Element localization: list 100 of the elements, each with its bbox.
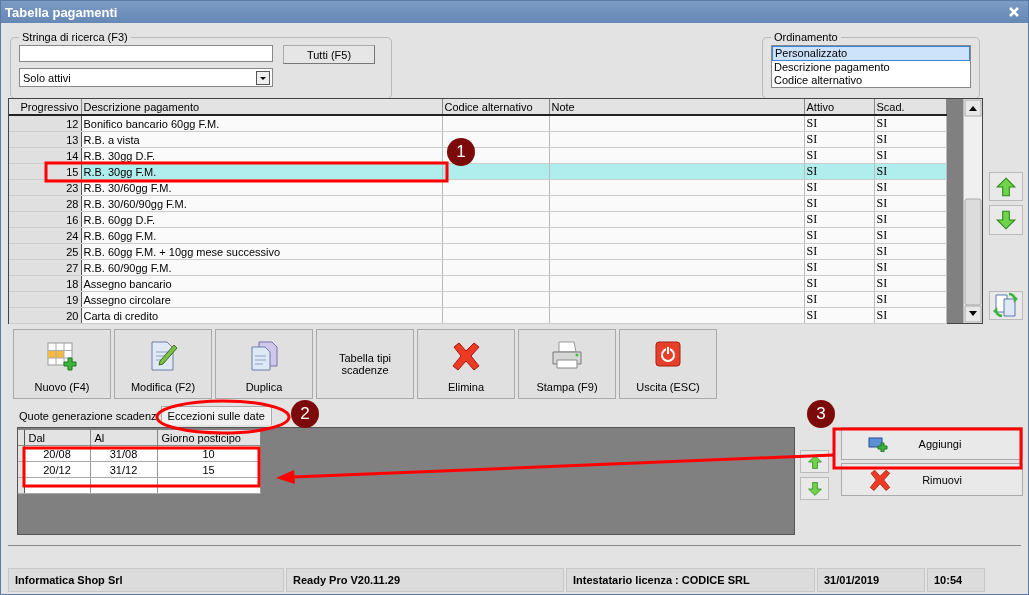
column-header[interactable]: Scad.: [874, 99, 946, 115]
table-row[interactable]: 28 R.B. 30/60/90gg F.M. SI SI: [9, 195, 946, 212]
down-arrow-icon: [806, 480, 823, 497]
refresh-documents-icon: [992, 292, 1019, 319]
dropdown-caret-icon: [256, 70, 270, 85]
table-row[interactable]: 12 Bonifico bancario 60gg F.M. SI SI: [9, 115, 946, 132]
table-cell: SI: [874, 179, 946, 196]
table-cell: R.B. 30gg D.F.: [81, 147, 442, 164]
table-row[interactable]: 23 R.B. 30/60gg F.M. SI SI: [9, 179, 946, 196]
table-cell: SI: [804, 227, 874, 244]
status-field: 31/01/2019: [817, 568, 925, 592]
grid-plus-icon: [46, 340, 78, 372]
toolbar-button[interactable]: Duplica: [215, 329, 313, 399]
table-cell: SI: [874, 291, 946, 308]
step-badge: 3: [807, 400, 835, 428]
group-label: Ordinamento: [773, 31, 839, 43]
table-cell: Assegno circolare: [81, 291, 442, 308]
table-cell: SI: [874, 307, 946, 324]
toolbar-button[interactable]: Tabella tipi scadenze: [316, 329, 414, 399]
table-cell: R.B. 30/60gg F.M.: [81, 179, 442, 196]
table-cell: SI: [874, 259, 946, 276]
tab[interactable]: Quote generazione scadenz: [15, 407, 161, 425]
table-cell: SI: [804, 243, 874, 260]
table-row[interactable]: 18 Assegno bancario SI SI: [9, 275, 946, 292]
table-cell: SI: [874, 211, 946, 228]
move-up-button[interactable]: [988, 172, 1023, 202]
table-row[interactable]: 19 Assegno circolare SI SI: [9, 291, 946, 308]
list-option[interactable]: Descrizione pagamento: [772, 61, 970, 74]
table-cell: SI: [804, 179, 874, 196]
down-arrow-icon: [994, 209, 1017, 231]
toolbar-button[interactable]: Uscita (ESC): [619, 329, 717, 399]
up-arrow-icon: [994, 175, 1017, 198]
table-cell: SI: [804, 291, 874, 308]
status-field: Intestatario licenza : CODICE SRL: [566, 568, 815, 592]
column-header[interactable]: Al: [90, 430, 157, 446]
table-row[interactable]: 20 Carta di credito SI SI: [9, 307, 946, 324]
printer-icon: [550, 340, 584, 372]
table-cell: SI: [804, 307, 874, 324]
refresh-button[interactable]: [988, 290, 1023, 320]
scrollbar[interactable]: [963, 99, 983, 323]
table-row[interactable]: 25 R.B. 60gg F.M. + 10gg mese successivo SI SI: [9, 243, 946, 260]
move-down-button[interactable]: [800, 477, 829, 500]
table-cell: SI: [874, 195, 946, 212]
table-row[interactable]: 16 R.B. 60gg D.F. SI SI: [9, 211, 946, 228]
column-header[interactable]: Dal: [24, 430, 90, 446]
all-button[interactable]: Tutti (F5): [283, 45, 375, 64]
list-option[interactable]: Codice alternativo: [772, 74, 970, 87]
table-row[interactable]: 27 R.B. 60/90gg F.M. SI SI: [9, 259, 946, 276]
table-cell: SI: [804, 147, 874, 164]
group-label: Stringa di ricerca (F3): [21, 31, 129, 43]
toolbar-button[interactable]: Modifica (F2): [114, 329, 212, 399]
table-cell: SI: [804, 115, 874, 132]
column-header[interactable]: Progressivo: [9, 99, 81, 115]
power-icon: [654, 340, 682, 368]
table-cell: Bonifico bancario 60gg F.M.: [81, 115, 442, 132]
cross-icon: [450, 340, 482, 372]
toolbar-button[interactable]: Nuovo (F4): [13, 329, 111, 399]
move-down-button[interactable]: [988, 205, 1023, 235]
window-title: Tabella pagamenti: [5, 4, 118, 20]
column-header[interactable]: Codice alternativo: [442, 99, 549, 115]
window-plus-icon: [868, 435, 888, 452]
table-cell: SI: [874, 227, 946, 244]
table-cell: 15: [157, 461, 260, 478]
table-cell: SI: [874, 147, 946, 164]
toolbar-button[interactable]: Stampa (F9): [518, 329, 616, 399]
table-cell: SI: [804, 195, 874, 212]
list-option[interactable]: Personalizzato: [772, 46, 970, 61]
table-cell: 20/12: [24, 461, 90, 478]
status-field: 10:54: [927, 568, 985, 592]
documents-icon: [248, 340, 280, 372]
table-cell: R.B. 30/60/90gg F.M.: [81, 195, 442, 212]
table-row[interactable]: 15 R.B. 30gg F.M. SI SI: [9, 163, 946, 180]
table-cell: SI: [874, 275, 946, 292]
status-field: Informatica Shop Srl: [8, 568, 284, 592]
table-cell: R.B. a vista: [81, 131, 442, 148]
table-cell: SI: [804, 259, 874, 276]
column-header[interactable]: Note: [549, 99, 804, 115]
column-header[interactable]: Attivo: [804, 99, 874, 115]
status-field: Ready Pro V20.11.29: [286, 568, 564, 592]
table-cell: Carta di credito: [81, 307, 442, 324]
table-cell: R.B. 60gg F.M.: [81, 227, 442, 244]
table-cell: R.B. 60gg D.F.: [81, 211, 442, 228]
table-cell: 31/12: [90, 461, 157, 478]
table-cell: SI: [804, 275, 874, 292]
toolbar-button[interactable]: Elimina: [417, 329, 515, 399]
search-field[interactable]: [19, 45, 273, 62]
step-badge: 2: [291, 400, 319, 428]
table-cell: SI: [874, 115, 946, 132]
table-cell: SI: [874, 243, 946, 260]
table-cell: R.B. 60/90gg F.M.: [81, 259, 442, 276]
filter-dropdown[interactable]: Solo attivi: [19, 68, 273, 87]
table-cell: 20/08: [24, 445, 90, 462]
table-cell: 31/08: [90, 445, 157, 462]
table-cell: SI: [804, 131, 874, 148]
cross-icon: [868, 467, 892, 492]
column-header[interactable]: Descrizione pagamento: [81, 99, 442, 115]
table-row[interactable]: 24 R.B. 60gg F.M. SI SI: [9, 227, 946, 244]
tab[interactable]: Eccezioni sulle date: [160, 406, 272, 425]
table-cell: SI: [874, 131, 946, 148]
action-button[interactable]: Aggiungi: [841, 427, 1023, 460]
